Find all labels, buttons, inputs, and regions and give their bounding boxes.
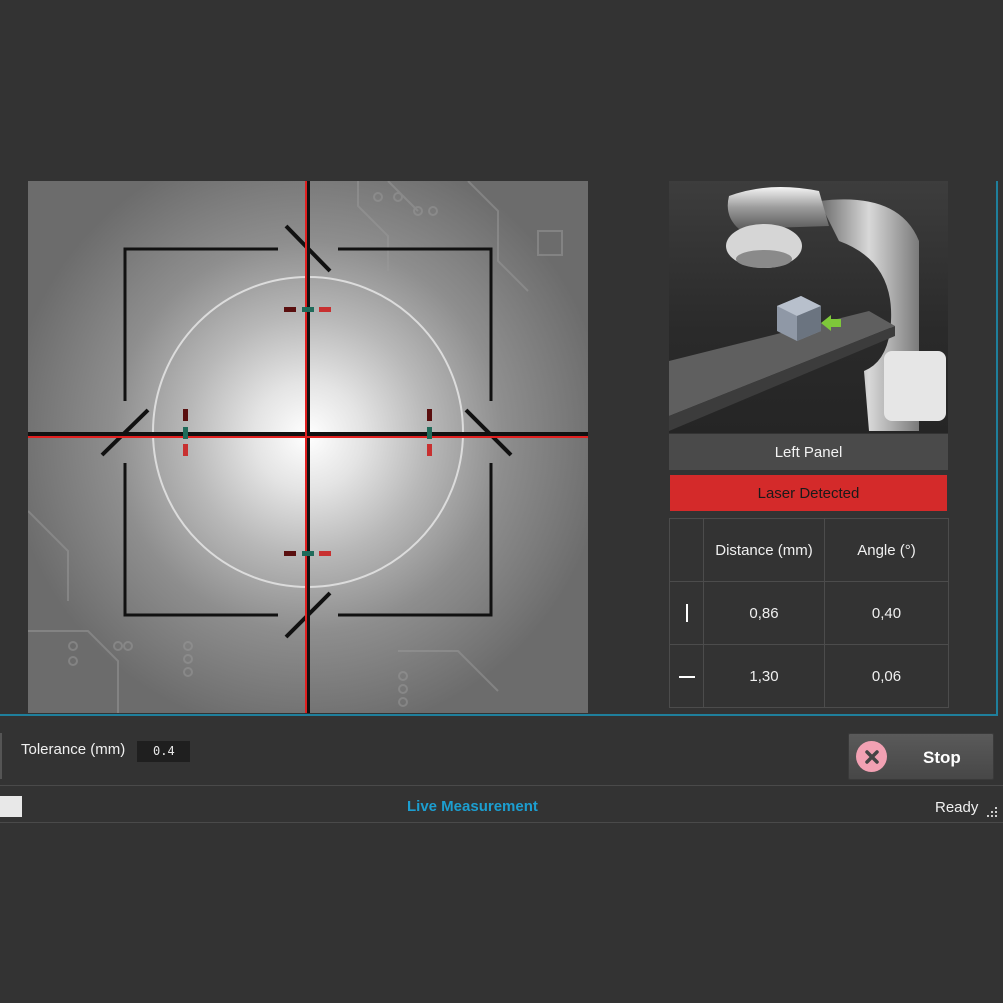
tolerance-input[interactable]: 0.4 <box>137 741 190 762</box>
table-row: 1,30 0,06 <box>669 644 949 708</box>
panel-border-bottom <box>0 714 998 716</box>
mode-label: Live Measurement <box>407 798 538 815</box>
ready-status: Ready <box>935 799 979 816</box>
table-row: 0,86 0,40 <box>669 581 949 645</box>
column-header-distance: Distance (mm) <box>703 518 825 582</box>
panel-border <box>996 181 998 715</box>
statusbar-bottom-divider <box>0 822 1003 823</box>
vertical-line-icon <box>685 604 688 623</box>
tolerance-label: Tolerance (mm) <box>21 741 126 758</box>
close-icon <box>856 741 887 772</box>
toolbar-separator <box>0 733 2 779</box>
status-indicator <box>0 796 22 817</box>
stop-button[interactable]: Stop <box>848 733 994 780</box>
camera-viewport <box>28 181 588 713</box>
table-header-row: Distance (mm) Angle (°) <box>669 518 949 582</box>
distance-value: 1,30 <box>703 644 825 708</box>
resize-grip-icon[interactable] <box>984 804 1000 820</box>
angle-value: 0,06 <box>824 644 949 708</box>
target-overlay <box>28 181 588 713</box>
column-header-angle: Angle (°) <box>824 518 949 582</box>
distance-value: 0,86 <box>703 581 825 645</box>
angle-value: 0,40 <box>824 581 949 645</box>
horizontal-line-icon <box>678 675 695 678</box>
laser-status-badge: Laser Detected <box>670 475 947 511</box>
panel-title: Left Panel <box>669 434 948 470</box>
stop-button-label: Stop <box>923 748 961 767</box>
table-header-blank <box>669 518 704 582</box>
measurement-table: Distance (mm) Angle (°) 0,86 0,40 1,30 0… <box>669 518 949 708</box>
sensor-preview-image <box>669 181 948 433</box>
statusbar-top-divider <box>0 785 1003 786</box>
